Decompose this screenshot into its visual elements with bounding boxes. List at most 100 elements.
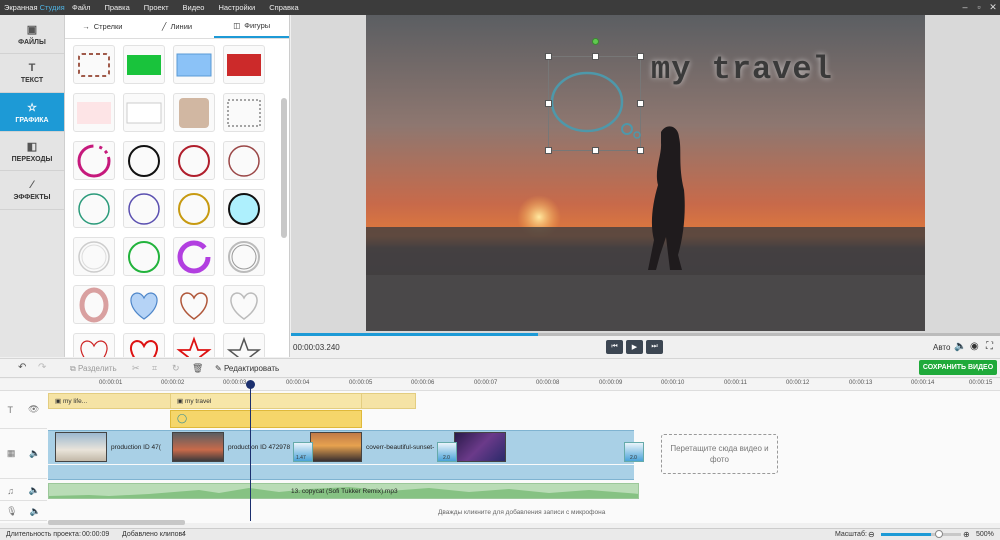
tab-arrows[interactable]: → Стрелки <box>65 15 140 38</box>
resize-handle[interactable] <box>637 53 644 60</box>
prev-button[interactable]: ⏮ <box>606 340 623 354</box>
shape-rect-red[interactable] <box>223 45 265 84</box>
minimize-icon[interactable]: – <box>958 0 972 15</box>
shape-dashed-rect-gray[interactable] <box>223 93 265 132</box>
tab-shapes[interactable]: ◫ Фигуры <box>214 15 289 38</box>
resize-handle[interactable] <box>592 53 599 60</box>
nav-graphics[interactable]: ☆ ГРАФИКА <box>0 93 64 132</box>
playhead[interactable] <box>246 380 255 521</box>
shape-circle-black[interactable] <box>123 141 165 180</box>
menu-settings[interactable]: Настройки <box>211 3 262 12</box>
shape-heart-brown[interactable] <box>173 285 215 324</box>
maximize-icon[interactable]: ▫ <box>972 0 986 15</box>
shape-circle-cyan[interactable] <box>223 189 265 228</box>
shape-rect-pink[interactable] <box>73 93 115 132</box>
shape-rect-green[interactable] <box>123 45 165 84</box>
crop-icon[interactable]: ⌗ <box>152 363 157 374</box>
resize-handle[interactable] <box>545 53 552 60</box>
text-clip[interactable]: ▣ my travel <box>170 393 362 409</box>
volume-icon[interactable]: 🔈 <box>29 485 40 496</box>
menu-edit[interactable]: Правка <box>97 3 136 12</box>
rotate-icon[interactable]: ↻ <box>172 363 180 374</box>
drop-zone[interactable]: Перетащите сюда видео и фото <box>661 434 778 474</box>
rotate-handle[interactable] <box>592 38 599 45</box>
video-preview[interactable]: my travel <box>366 15 925 331</box>
zoom-slider[interactable] <box>881 530 961 538</box>
shape-dashed-rect-brown[interactable] <box>73 45 115 84</box>
shape-circle-gold[interactable] <box>173 189 215 228</box>
quality-auto[interactable]: Авто <box>933 343 950 352</box>
shape-star-gray[interactable] <box>223 333 265 357</box>
save-video-button[interactable]: СОХРАНИТЬ ВИДЕО <box>919 360 997 375</box>
clip-thumbnail[interactable] <box>454 432 506 462</box>
overlay-title[interactable]: my travel <box>651 51 833 88</box>
time-ruler[interactable]: 00:00:01 00:00:02 00:00:03 00:00:04 00:0… <box>0 379 1000 391</box>
resize-handle[interactable] <box>592 147 599 154</box>
shape-heart-gray[interactable] <box>223 285 265 324</box>
resize-handle[interactable] <box>545 100 552 107</box>
playhead-knob[interactable] <box>246 380 255 389</box>
volume-icon[interactable]: 🔈 <box>29 448 40 459</box>
zoom-in-icon[interactable]: ⊕ <box>963 530 970 539</box>
clip-thumbnail[interactable] <box>172 432 224 462</box>
clip-label: production ID 472978 <box>228 444 291 451</box>
volume-icon[interactable]: 🔈 <box>30 506 41 517</box>
shape-circle-violet[interactable] <box>173 237 215 276</box>
redo-icon[interactable]: ↷ <box>38 362 46 373</box>
zoom-slider-thumb[interactable] <box>935 530 943 538</box>
shape-circle-brown[interactable] <box>223 141 265 180</box>
nav-files[interactable]: ▣ ФАЙЛЫ <box>0 15 64 54</box>
shape-ring-rose[interactable] <box>73 285 115 324</box>
shapes-scrollbar[interactable] <box>281 98 287 238</box>
split-button[interactable]: ⧉ Разделить <box>70 364 117 374</box>
ruler-tick: 00:00:02 <box>161 380 185 386</box>
fullscreen-icon[interactable]: ⛶ <box>986 341 993 352</box>
shape-star-red[interactable] <box>173 333 215 357</box>
shape-rect-beige[interactable] <box>173 93 215 132</box>
tab-lines[interactable]: ╱ Линии <box>140 15 215 38</box>
menu-file[interactable]: Файл <box>65 3 97 12</box>
volume-icon[interactable]: 🔈 <box>954 341 966 352</box>
play-button[interactable]: ▶ <box>626 340 643 354</box>
shape-circle-green[interactable] <box>123 237 165 276</box>
nav-effects[interactable]: ⁄ ЭФФЕКТЫ <box>0 171 64 210</box>
close-icon[interactable]: ✕ <box>986 0 1000 15</box>
resize-handle[interactable] <box>637 147 644 154</box>
shape-circle-darkred[interactable] <box>173 141 215 180</box>
nav-transitions[interactable]: ◧ ПЕРЕХОДЫ <box>0 132 64 171</box>
menu-help[interactable]: Справка <box>262 3 305 12</box>
shape-circle-gray-double[interactable] <box>73 237 115 276</box>
shape-circle-purple[interactable] <box>123 189 165 228</box>
undo-icon[interactable]: ↶ <box>18 362 26 373</box>
zoom-out-icon[interactable]: ⊖ <box>868 530 875 539</box>
menu-video[interactable]: Видео <box>176 3 212 12</box>
clip-thumbnail[interactable] <box>310 432 362 462</box>
shape-rect-white[interactable] <box>123 93 165 132</box>
shape-heart-blue[interactable] <box>123 285 165 324</box>
menu-project[interactable]: Проект <box>137 3 176 12</box>
shape-circle-sketch[interactable] <box>223 237 265 276</box>
next-button[interactable]: ⏭ <box>646 340 663 354</box>
trash-icon[interactable]: 🗑 <box>192 363 203 374</box>
resize-handle[interactable] <box>545 147 552 154</box>
nav-text[interactable]: T ТЕКСТ <box>0 54 64 93</box>
shape-heart-red-outline[interactable] <box>73 333 115 357</box>
clip-thumbnail[interactable] <box>55 432 107 462</box>
edit-button[interactable]: ✎ Редактировать <box>215 364 279 373</box>
cut-icon[interactable]: ✂ <box>132 363 140 374</box>
resize-handle[interactable] <box>637 100 644 107</box>
ruler-tick: 00:00:03 <box>223 380 247 386</box>
shape-circle-teal[interactable] <box>73 189 115 228</box>
timeline-scrollbar[interactable] <box>48 520 185 525</box>
playback-progress[interactable] <box>291 333 1000 336</box>
camera-icon[interactable]: ◉ <box>970 341 979 352</box>
scale-label: Масштаб: <box>835 531 867 538</box>
audio-clip[interactable]: 13. copycat (Sofi Tukker Remix).mp3 <box>48 483 639 499</box>
shape-circle-magenta[interactable] <box>73 141 115 180</box>
shape-clip[interactable]: ◯ <box>170 410 362 428</box>
shape-selection-box[interactable] <box>545 38 644 154</box>
shape-heart-red[interactable] <box>123 333 165 357</box>
text-t-icon: T <box>7 404 14 415</box>
eye-icon[interactable]: 👁 <box>28 404 39 415</box>
shape-rect-blue[interactable] <box>173 45 215 84</box>
